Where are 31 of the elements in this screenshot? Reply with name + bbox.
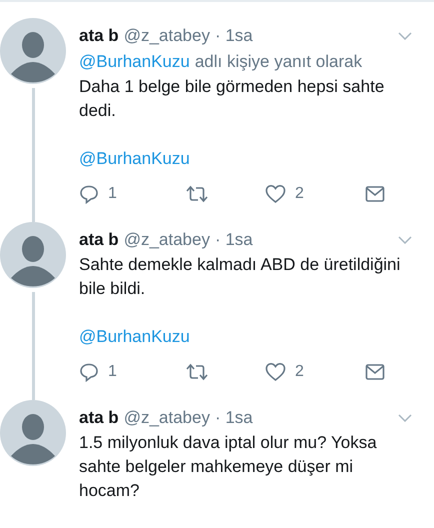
avatar-icon	[0, 222, 66, 288]
tweet-handle[interactable]: @z_atabey	[124, 24, 210, 48]
retweet-icon[interactable]	[185, 184, 209, 204]
reply-icon[interactable]	[79, 362, 99, 382]
reply-icon[interactable]	[79, 184, 99, 204]
reply-count: 1	[108, 362, 117, 382]
reply-count: 1	[108, 184, 117, 204]
display-name[interactable]: ata b	[79, 406, 119, 430]
display-name[interactable]: ata b	[79, 24, 119, 48]
tweet-time: · 1sa	[214, 407, 253, 429]
envelope-icon[interactable]	[365, 363, 385, 381]
tweet-text: Sahte demekle kalmadı ABD de üretildiğini bile bildi.	[79, 254, 402, 300]
envelope-icon[interactable]	[365, 185, 385, 203]
retweet-icon[interactable]	[185, 362, 209, 382]
heart-icon[interactable]	[265, 184, 286, 204]
mention-link[interactable]: @BurhanKuzu	[79, 149, 190, 168]
tweet-time: · 1sa	[214, 229, 253, 251]
reply-mention-link[interactable]: @BurhanKuzu	[79, 50, 190, 74]
avatar-icon	[0, 18, 66, 84]
display-name[interactable]: ata b	[79, 228, 119, 252]
tweet-text: 1.5 milyonluk dava iptal olur mu? Yoksa sahte belgeler mahkemeye düşer mi hocam?	[79, 432, 378, 502]
like-count: 2	[295, 362, 304, 382]
tweet-time: · 1sa	[214, 25, 253, 47]
tweet-handle[interactable]: @z_atabey	[124, 406, 210, 430]
tweet-text: Daha 1 belge bile görmeden hepsi sahte dedi.	[79, 76, 386, 122]
reply-context: adlı kişiye yanıt olarak	[194, 51, 362, 73]
like-count: 2	[295, 184, 304, 204]
tweet-handle[interactable]: @z_atabey	[124, 228, 210, 252]
heart-icon[interactable]	[265, 362, 286, 382]
avatar-icon	[0, 400, 66, 466]
mention-link[interactable]: @BurhanKuzu	[79, 327, 190, 346]
